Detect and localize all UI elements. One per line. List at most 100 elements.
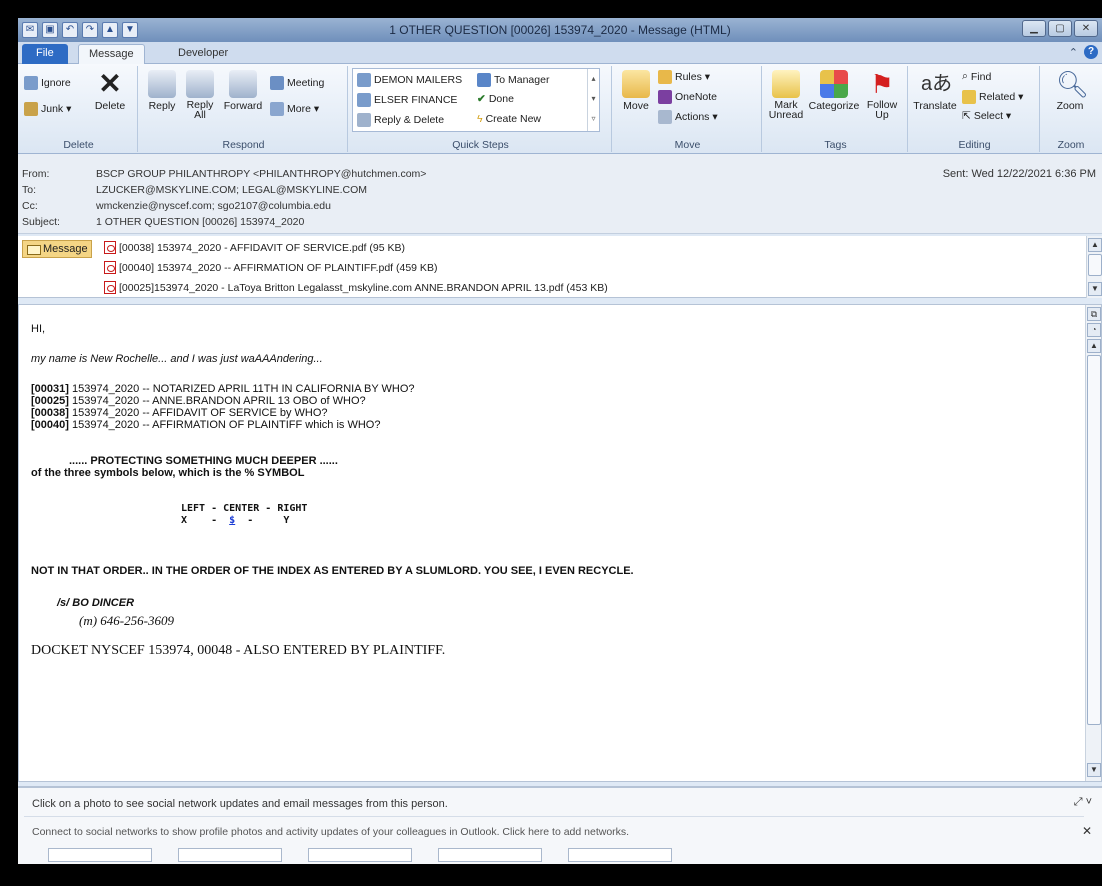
more-button[interactable]: More ▾ [270,102,319,116]
photo-slot[interactable] [48,848,152,862]
follow-up-button[interactable]: ⚑ Follow Up [862,70,902,120]
attachment-item[interactable]: [00040] 153974_2020 -- AFFIRMATION OF PL… [104,261,437,274]
related-button[interactable]: Related ▾ [962,90,1023,104]
to-value[interactable]: LZUCKER@MSKYLINE.COM; LEGAL@MSKYLINE.COM [96,184,367,196]
close-icon[interactable]: ✕ [1082,824,1092,838]
junk-icon [24,102,38,116]
forward-button[interactable]: Forward [220,70,266,112]
attachment-bar: Message [00038] 153974_2020 - AFFIDAVIT … [18,236,1102,298]
select-button[interactable]: ⇱ Select ▾ [962,110,1011,122]
delete-x-icon: ✕ [98,68,122,99]
tab-message[interactable]: Message [78,44,145,64]
attachment-item[interactable]: [00025]153974_2020 - LaToya Britton Lega… [104,281,608,294]
zoom-group: 🔍︎ Zoom Zoom [1042,66,1100,152]
tags-group: Mark Unread Categorize ⚑ Follow Up Tags [764,66,908,152]
intro-line: my name is New Rochelle... and I was jus… [31,353,323,365]
move-button[interactable]: Move [618,70,654,112]
categorize-button[interactable]: Categorize [806,70,862,112]
photo-slot[interactable] [438,848,542,862]
attachment-scrollbar[interactable]: ▲ ▼ [1086,236,1102,298]
close-button[interactable]: ✕ [1074,20,1098,37]
scroll-down-icon[interactable]: ▼ [1088,282,1102,296]
editing-group: aあ Translate ⌕ Find Related ▾ ⇱ Select ▾ Ed… [910,66,1040,152]
page-icon[interactable]: ⧉ [1087,307,1101,321]
find-button[interactable]: ⌕ Find [962,70,991,83]
reply-button[interactable]: Reply [144,70,180,112]
query-line: [00031] 153974_2020 -- NOTARIZED APRIL 1… [31,383,415,395]
query-line: [00040] 153974_2020 -- AFFIRMATION OF PL… [31,419,381,431]
forward-arrow-icon [477,73,491,87]
quick-step-demon-mailers[interactable]: DEMON MAILERS [357,73,462,87]
folder-move-icon [357,73,371,87]
body-scrollbar[interactable]: ⧉ ◔ ▲ ▼ [1085,305,1101,781]
minimize-button[interactable]: ▁ [1022,20,1046,37]
rules-button[interactable]: Rules ▾ [658,70,710,84]
cc-label: Cc: [22,200,38,212]
subject-value: 1 OTHER QUESTION [00026] 153974_2020 [96,216,305,228]
reply-all-icon [186,70,214,98]
window-controls: ▁ ▢ ✕ [1022,20,1098,37]
editing-group-label: Editing [958,139,991,151]
symbols-header: LEFT - CENTER - RIGHT [181,503,308,514]
actions-button[interactable]: Actions ▾ [658,110,718,124]
maximize-button[interactable]: ▢ [1048,20,1072,37]
message-tab-button[interactable]: Message [22,240,92,258]
scroll-up-icon[interactable]: ▲ [1088,238,1102,252]
photo-slot[interactable] [568,848,672,862]
message-headers: From: BSCP GROUP PHILANTHROPY <PHILANTHR… [18,154,1102,234]
mark-unread-button[interactable]: Mark Unread [766,70,806,120]
binoculars-icon: ⌕ [962,70,968,82]
ribbon-tabs: File Message Developer ⌃ ? [18,42,1102,64]
window-title: 1 OTHER QUESTION [00026] 153974_2020 - M… [389,23,731,37]
junk-button[interactable]: Junk ▾ [24,102,71,116]
quick-step-create-new[interactable]: ϟ Create New [477,113,541,125]
translate-button[interactable]: aあ Translate [912,70,958,112]
scroll-down-icon[interactable]: ▼ [1087,763,1101,777]
help-icon[interactable]: ? [1084,45,1098,59]
info-icon[interactable]: ◔ [1087,323,1101,337]
meeting-button[interactable]: Meeting [270,76,324,90]
reply-all-button[interactable]: Reply All [182,70,218,120]
phone-line: (m) 646-256-3609 [79,613,174,628]
delete-button[interactable]: ✕ Delete [88,68,132,113]
onenote-icon [658,90,672,104]
tab-developer[interactable]: Developer [168,44,238,64]
cursor-icon: ⇱ [962,110,971,122]
quick-step-elser-finance[interactable]: ELSER FINANCE [357,93,457,107]
pdf-icon [104,241,116,254]
query-line: [00025] 153974_2020 -- ANNE.BRANDON APRI… [31,395,366,407]
quick-step-reply-delete[interactable]: Reply & Delete [357,113,444,127]
checkmark-icon: ✔ [477,93,486,105]
attachment-item[interactable]: [00038] 153974_2020 - AFFIDAVIT OF SERVI… [104,241,405,254]
add-networks-link[interactable]: Connect to social networks to show profi… [32,826,629,838]
scroll-thumb[interactable] [1088,254,1102,276]
photo-slot[interactable] [308,848,412,862]
from-value[interactable]: BSCP GROUP PHILANTHROPY <PHILANTHROPY@hu… [96,168,426,180]
social-connector-pane: Click on a photo to see social network u… [18,786,1102,864]
title-bar: ✉ ▣ ↶ ↷ ▲ ▼ 1 OTHER QUESTION [00026] 153… [18,18,1102,42]
scroll-up-icon[interactable]: ▲ [1087,339,1101,353]
pdf-icon [104,261,116,274]
envelope-icon [772,70,800,98]
quick-steps-scroll[interactable]: ▴ ▾ ▿ [587,69,599,131]
tab-file[interactable]: File [22,44,68,64]
lightning-icon: ϟ [477,113,483,125]
quick-steps-group: DEMON MAILERS ELSER FINANCE Reply & Dele… [350,66,612,152]
expand-pane-icon[interactable]: ⤢ ˅ [1074,796,1092,809]
help-area: ⌃ ? [1069,45,1098,59]
quick-step-to-manager[interactable]: To Manager [477,73,549,87]
signature: /s/ BO DINCER [57,597,135,609]
ignore-button[interactable]: Ignore [24,76,71,90]
scroll-thumb[interactable] [1087,355,1101,725]
sent-date: Sent: Wed 12/22/2021 6:36 PM [942,168,1096,180]
order-line: NOT IN THAT ORDER.. IN THE ORDER OF THE … [31,565,634,577]
photo-slot[interactable] [178,848,282,862]
reply-delete-icon [357,113,371,127]
minimize-ribbon-icon[interactable]: ⌃ [1069,46,1078,59]
onenote-button[interactable]: OneNote [658,90,717,104]
quick-step-done[interactable]: ✔ Done [477,93,514,105]
zoom-button[interactable]: 🔍︎ Zoom [1050,70,1090,112]
cc-value[interactable]: wmckenzie@nyscef.com; sgo2107@columbia.e… [96,200,331,212]
folder-move-icon [357,93,371,107]
move-group-label: Move [674,139,701,151]
